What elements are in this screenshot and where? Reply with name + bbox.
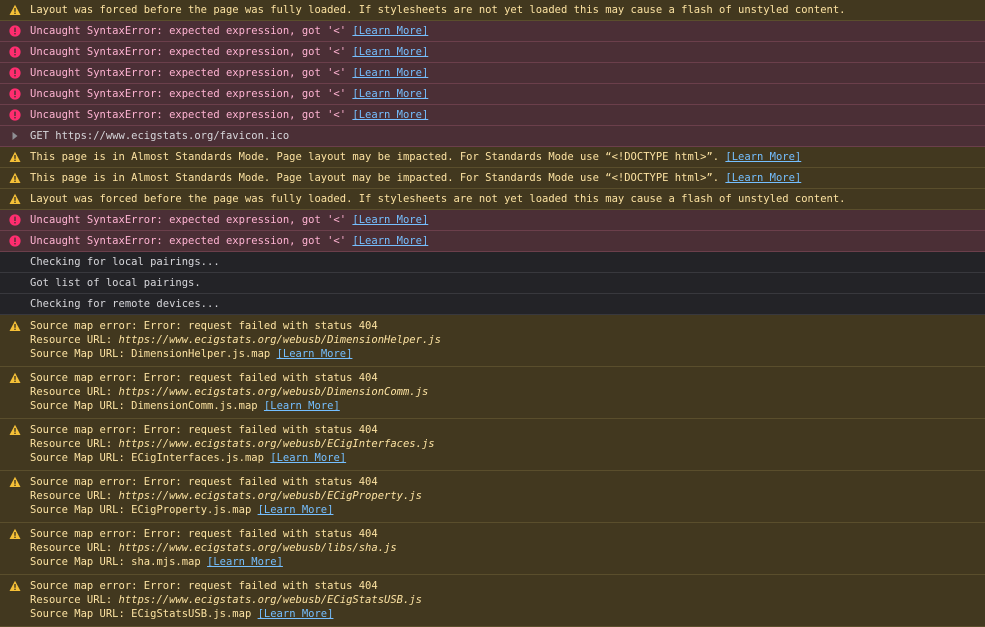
error-icon — [9, 214, 21, 226]
source-map-url-label: Source Map URL: — [30, 348, 132, 360]
resource-url-label: Resource URL: — [30, 386, 119, 398]
learn-more-link[interactable]: [Learn More] — [725, 151, 801, 163]
error-icon — [9, 109, 21, 121]
source-map-url-label: Source Map URL: — [30, 504, 132, 516]
warning-icon — [9, 151, 21, 163]
learn-more-link[interactable]: [Learn More] — [258, 504, 334, 516]
source-map-url-label: Source Map URL: — [30, 452, 132, 464]
learn-more-link[interactable]: [Learn More] — [352, 25, 428, 37]
console-message-sourcemap-warning: Source map error: Error: request failed … — [0, 419, 985, 471]
console-message-warning: This page is in Almost Standards Mode. P… — [0, 147, 985, 168]
console-message-sourcemap-warning: Source map error: Error: request failed … — [0, 315, 985, 367]
learn-more-link[interactable]: [Learn More] — [352, 67, 428, 79]
message-text: Uncaught SyntaxError: expected expressio… — [30, 46, 347, 58]
console-message-sourcemap-warning: Source map error: Error: request failed … — [0, 575, 985, 627]
message-text: Source map error: Error: request failed … — [30, 320, 378, 332]
message-text: Source map error: Error: request failed … — [30, 528, 378, 540]
warning-icon — [9, 424, 21, 436]
learn-more-link[interactable]: [Learn More] — [352, 88, 428, 100]
console-message-log: Checking for local pairings... — [0, 252, 985, 273]
message-text: Uncaught SyntaxError: expected expressio… — [30, 214, 347, 226]
message-text: Checking for remote devices... — [30, 298, 220, 310]
resource-url-label: Resource URL: — [30, 542, 119, 554]
message-text: Source map error: Error: request failed … — [30, 580, 378, 592]
console-message-error: Uncaught SyntaxError: expected expressio… — [0, 42, 985, 63]
error-icon — [9, 88, 21, 100]
resource-url-label: Resource URL: — [30, 490, 119, 502]
learn-more-link[interactable]: [Learn More] — [264, 400, 340, 412]
error-icon — [9, 46, 21, 58]
warning-icon — [9, 528, 21, 540]
learn-more-link[interactable]: [Learn More] — [725, 172, 801, 184]
error-icon — [9, 67, 21, 79]
resource-url-label: Resource URL: — [30, 594, 119, 606]
source-map-url-label: Source Map URL: — [30, 556, 132, 568]
message-text: Source map error: Error: request failed … — [30, 372, 378, 384]
message-text: Source map error: Error: request failed … — [30, 476, 378, 488]
resource-url: https://www.ecigstats.org/webusb/Dimensi… — [118, 334, 441, 346]
resource-url: https://www.ecigstats.org/webusb/Dimensi… — [118, 386, 429, 398]
source-map-url-label: Source Map URL: — [30, 400, 132, 412]
message-text: This page is in Almost Standards Mode. P… — [30, 172, 720, 184]
message-text: Source map error: Error: request failed … — [30, 424, 378, 436]
warning-icon — [9, 193, 21, 205]
message-text: GET https://www.ecigstats.org/favicon.ic… — [30, 130, 290, 142]
message-text: Checking for local pairings... — [30, 256, 220, 268]
learn-more-link[interactable]: [Learn More] — [207, 556, 283, 568]
warning-icon — [9, 580, 21, 592]
message-text: Layout was forced before the page was fu… — [30, 4, 846, 16]
source-map-url: ECigInterfaces.js.map — [131, 452, 264, 464]
learn-more-link[interactable]: [Learn More] — [352, 214, 428, 226]
console-message-log: Got list of local pairings. — [0, 273, 985, 294]
console-message-sourcemap-warning: Source map error: Error: request failed … — [0, 367, 985, 419]
console-message-warning: This page is in Almost Standards Mode. P… — [0, 168, 985, 189]
warning-icon — [9, 4, 21, 16]
error-icon — [9, 25, 21, 37]
source-map-url: sha.mjs.map — [131, 556, 201, 568]
resource-url-label: Resource URL: — [30, 334, 119, 346]
resource-url: https://www.ecigstats.org/webusb/ECigSta… — [118, 594, 422, 606]
console-message-warning: Layout was forced before the page was fu… — [0, 0, 985, 21]
learn-more-link[interactable]: [Learn More] — [270, 452, 346, 464]
warning-icon — [9, 372, 21, 384]
console-message-error: Uncaught SyntaxError: expected expressio… — [0, 231, 985, 252]
learn-more-link[interactable]: [Learn More] — [277, 348, 353, 360]
learn-more-link[interactable]: [Learn More] — [352, 109, 428, 121]
message-text: Uncaught SyntaxError: expected expressio… — [30, 109, 347, 121]
resource-url-label: Resource URL: — [30, 438, 119, 450]
source-map-url: DimensionHelper.js.map — [131, 348, 271, 360]
resource-url: https://www.ecigstats.org/webusb/libs/sh… — [118, 542, 397, 554]
console-message-error: Uncaught SyntaxError: expected expressio… — [0, 84, 985, 105]
warning-icon — [9, 172, 21, 184]
message-text: Uncaught SyntaxError: expected expressio… — [30, 88, 347, 100]
console-message-sourcemap-warning: Source map error: Error: request failed … — [0, 471, 985, 523]
message-text: Got list of local pairings. — [30, 277, 201, 289]
warning-icon — [9, 320, 21, 332]
warning-icon — [9, 476, 21, 488]
console-message-log: Checking for remote devices... — [0, 294, 985, 315]
resource-url: https://www.ecigstats.org/webusb/ECigPro… — [118, 490, 422, 502]
expand-arrow-icon[interactable] — [9, 130, 21, 142]
message-text: This page is in Almost Standards Mode. P… — [30, 151, 720, 163]
console-message-error: Uncaught SyntaxError: expected expressio… — [0, 21, 985, 42]
console-message-error: Uncaught SyntaxError: expected expressio… — [0, 105, 985, 126]
console-message-sourcemap-warning: Source map error: Error: request failed … — [0, 523, 985, 575]
console-output: Layout was forced before the page was fu… — [0, 0, 985, 627]
resource-url: https://www.ecigstats.org/webusb/ECigInt… — [118, 438, 435, 450]
console-message-warning: Layout was forced before the page was fu… — [0, 189, 985, 210]
source-map-url: DimensionComm.js.map — [131, 400, 258, 412]
console-message-error: Uncaught SyntaxError: expected expressio… — [0, 210, 985, 231]
learn-more-link[interactable]: [Learn More] — [352, 46, 428, 58]
message-text: Uncaught SyntaxError: expected expressio… — [30, 25, 347, 37]
console-message-error: Uncaught SyntaxError: expected expressio… — [0, 63, 985, 84]
learn-more-link[interactable]: [Learn More] — [352, 235, 428, 247]
message-text: Uncaught SyntaxError: expected expressio… — [30, 67, 347, 79]
message-text: Uncaught SyntaxError: expected expressio… — [30, 235, 347, 247]
message-text: Layout was forced before the page was fu… — [30, 193, 846, 205]
console-message-network[interactable]: GET https://www.ecigstats.org/favicon.ic… — [0, 126, 985, 147]
error-icon — [9, 235, 21, 247]
source-map-url: ECigProperty.js.map — [131, 504, 252, 516]
